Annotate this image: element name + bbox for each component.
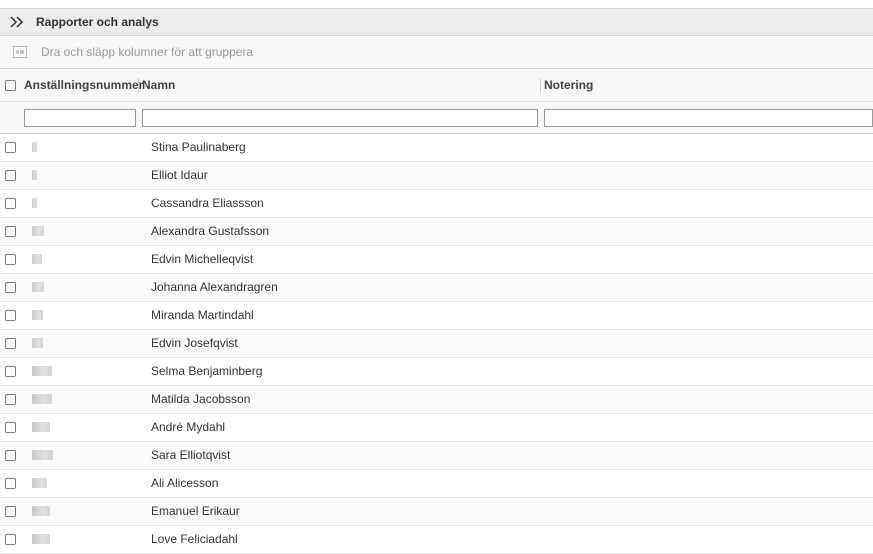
select-all-checkbox[interactable] [5,80,16,91]
table-row[interactable]: Selma Benjaminberg [0,358,873,386]
employee-name: Love Feliciadahl [151,532,238,546]
employee-name: Emanuel Erikaur [151,504,240,518]
filter-namn-input[interactable] [142,109,538,127]
redacted-employee-number [32,478,47,488]
table-row[interactable]: Emanuel Erikaur [0,498,873,526]
employee-name: Alexandra Gustafsson [151,224,270,238]
group-hint: Dra och släpp kolumner för att gruppera [41,45,254,59]
redacted-employee-number [32,506,50,516]
table-row[interactable]: Ali Alicesson [0,470,873,498]
redacted-employee-number [32,198,37,208]
redacted-employee-number [32,282,44,292]
employee-name: Cassandra Eliassson [151,196,264,210]
redacted-employee-number [32,450,53,460]
double-chevron-right-icon[interactable] [6,16,28,28]
table-row[interactable]: Cassandra Eliassson [0,190,873,218]
employee-name: Sara Elliotqvist [151,448,231,462]
employee-name: Johanna Alexandragren [151,280,278,294]
grid-body: Stina Paulinaberg Elliot Idaur Cassandra E… [0,134,873,554]
row-checkbox[interactable] [5,198,16,209]
filter-anstallningsnummer-input[interactable] [24,109,136,127]
redacted-employee-number [32,394,52,404]
table-row[interactable]: Miranda Martindahl [0,302,873,330]
table-row[interactable]: Johanna Alexandragren [0,274,873,302]
redacted-employee-number [32,170,37,180]
row-checkbox[interactable] [5,534,16,545]
row-checkbox[interactable] [5,394,16,405]
row-checkbox[interactable] [5,422,16,433]
employee-name: André Mydahl [151,420,226,434]
row-checkbox[interactable] [5,506,16,517]
table-row[interactable]: Edvin Josefqvist [0,330,873,358]
row-checkbox[interactable] [5,142,16,153]
employee-name: Stina Paulinaberg [151,140,246,154]
employee-name: Selma Benjaminberg [151,364,263,378]
group-drop-area[interactable]: Dra och släpp kolumner för att gruppera [0,36,873,69]
table-row[interactable]: Edvin Michelleqvist [0,246,873,274]
redacted-employee-number [32,142,37,152]
row-checkbox[interactable] [5,310,16,321]
column-header-namn[interactable]: Namn [142,69,175,101]
grid-header: Anställningsnummer Namn Notering [0,69,873,102]
column-resize-handle[interactable] [138,78,139,93]
table-row[interactable]: Elliot Idaur [0,162,873,190]
row-checkbox[interactable] [5,366,16,377]
filter-notering-input[interactable] [544,109,873,127]
table-row[interactable]: Alexandra Gustafsson [0,218,873,246]
redacted-employee-number [32,422,50,432]
table-row[interactable]: Sara Elliotqvist [0,442,873,470]
employee-name: Matilda Jacobsson [151,392,251,406]
row-checkbox[interactable] [5,170,16,181]
toolbar: Rapporter och analys [0,8,873,36]
row-checkbox[interactable] [5,254,16,265]
employee-name: Elliot Idaur [151,168,208,182]
redacted-employee-number [32,226,44,236]
employee-name: Ali Alicesson [151,476,219,490]
employee-name: Edvin Michelleqvist [151,252,254,266]
redacted-employee-number [32,254,42,264]
row-checkbox[interactable] [5,338,16,349]
redacted-employee-number [32,534,50,544]
row-checkbox[interactable] [5,450,16,461]
redacted-employee-number [32,366,52,376]
column-header-anstallningsnummer[interactable]: Anställningsnummer [24,69,143,101]
row-checkbox[interactable] [5,226,16,237]
row-checkbox[interactable] [5,282,16,293]
redacted-employee-number [32,338,43,348]
table-row[interactable]: Matilda Jacobsson [0,386,873,414]
toolbar-title: Rapporter och analys [36,15,159,29]
employee-name: Edvin Josefqvist [151,336,238,350]
table-row[interactable]: Stina Paulinaberg [0,134,873,162]
redacted-employee-number [32,310,43,320]
table-row[interactable]: Love Feliciadahl [0,526,873,554]
group-columns-icon [13,46,29,58]
column-resize-handle[interactable] [540,78,541,93]
column-header-notering[interactable]: Notering [544,69,593,101]
row-checkbox[interactable] [5,478,16,489]
filter-row [0,102,873,134]
employee-name: Miranda Martindahl [151,308,254,322]
table-row[interactable]: André Mydahl [0,414,873,442]
